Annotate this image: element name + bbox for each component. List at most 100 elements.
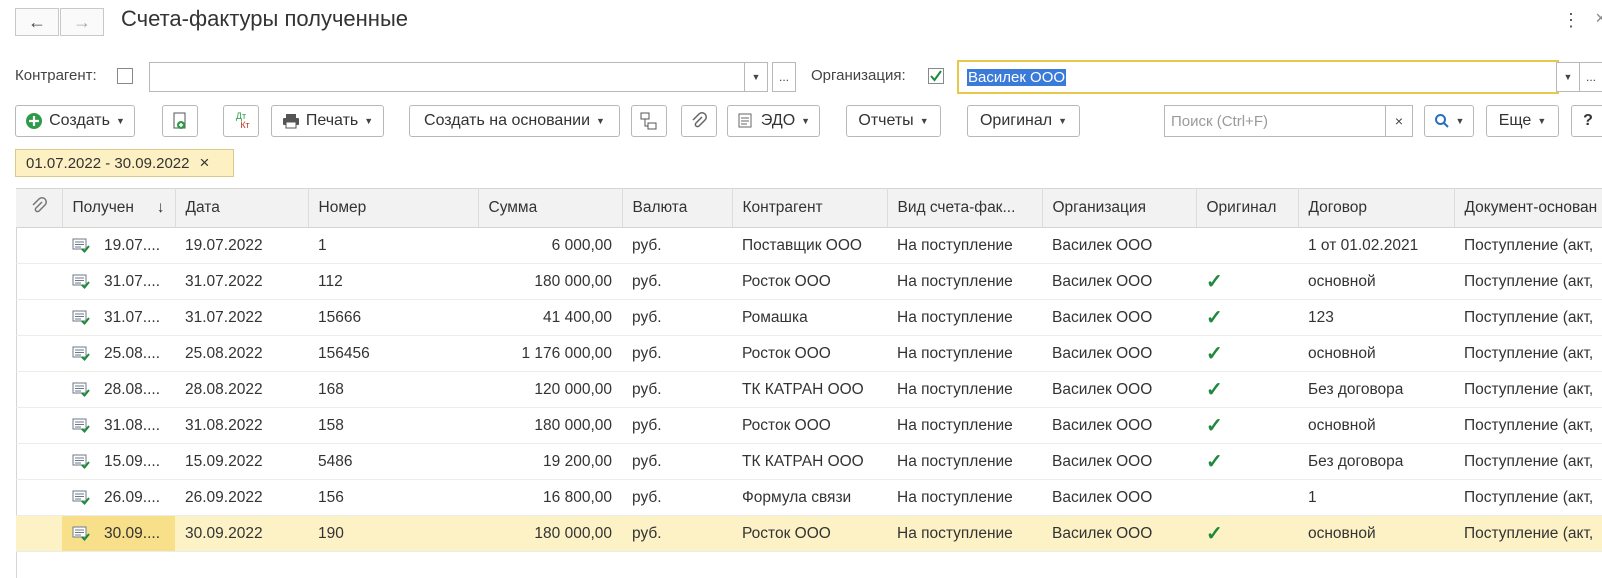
- counterparty-cell: Росток ООО: [732, 407, 887, 444]
- received-cell: 31.08....: [62, 407, 175, 444]
- table-row[interactable]: 26.09.... 26.09.2022 156 16 800,00 руб. Форму…: [16, 479, 1602, 516]
- counterparty-cell: Ромашка: [732, 299, 887, 336]
- table-row[interactable]: 30.09.... 30.09.2022 190 180 000,00 руб. Рост…: [16, 515, 1602, 552]
- more-icon[interactable]: ⋮: [1562, 10, 1580, 31]
- sum-cell: 16 800,00: [478, 479, 622, 516]
- table-row[interactable]: 31.08.... 31.08.2022 158 180 000,00 руб. Рост…: [16, 407, 1602, 444]
- received-cell: 26.09....: [62, 479, 175, 516]
- reports-button[interactable]: Отчеты ▼: [846, 105, 941, 137]
- column-currency[interactable]: Валюта: [622, 188, 733, 228]
- close-icon[interactable]: ×: [1595, 8, 1602, 29]
- organization-input[interactable]: Василек ООО: [957, 60, 1559, 94]
- printer-icon: [282, 114, 299, 129]
- organization-dropdown-button[interactable]: ▼: [1556, 62, 1580, 92]
- checkmark-icon: ✓: [1206, 415, 1223, 437]
- counterparty-dropdown-button[interactable]: ▼: [744, 62, 768, 92]
- table-row[interactable]: 28.08.... 28.08.2022 168 120 000,00 руб. ТК К…: [16, 371, 1602, 408]
- counterparty-select-button[interactable]: ...: [772, 62, 796, 92]
- number-cell: 156: [308, 479, 478, 516]
- kind-cell: На поступление: [887, 371, 1042, 408]
- document-posted-icon: [72, 238, 90, 254]
- kind-cell: На поступление: [887, 335, 1042, 372]
- base-cell: Поступление (акт,: [1454, 407, 1602, 444]
- counterparty-cell: Росток ООО: [732, 515, 887, 552]
- attachment-cell: [16, 335, 62, 372]
- received-cell: 28.08....: [62, 371, 175, 408]
- counterparty-cell: Поставщик ООО: [732, 227, 887, 264]
- column-contract[interactable]: Договор: [1298, 188, 1455, 228]
- forward-button[interactable]: →: [60, 8, 104, 36]
- kind-cell: На поступление: [887, 479, 1042, 516]
- org-cell: Василек ООО: [1042, 371, 1196, 408]
- counterparty-cell: Росток ООО: [732, 335, 887, 372]
- search-button[interactable]: ▼: [1424, 105, 1474, 137]
- print-button[interactable]: Печать ▼: [271, 105, 384, 137]
- currency-cell: руб.: [622, 299, 732, 336]
- kt-icon: Кт: [240, 120, 250, 130]
- counterparty-label: Контрагент:: [15, 67, 97, 84]
- counterparty-input[interactable]: [149, 62, 745, 92]
- received-cell: 15.09....: [62, 443, 175, 480]
- create-based-on-button[interactable]: Создать на основании ▼: [409, 105, 620, 137]
- column-base-document[interactable]: Документ-основан: [1454, 188, 1602, 228]
- column-invoice-kind[interactable]: Вид счета-фак...: [887, 188, 1043, 228]
- dt-kt-button[interactable]: Дт Кт: [223, 105, 259, 137]
- column-received[interactable]: Получен ↓: [62, 188, 176, 228]
- column-organization[interactable]: Организация: [1042, 188, 1197, 228]
- counterparty-cell: ТК КАТРАН ООО: [732, 443, 887, 480]
- edo-button[interactable]: ЭДО ▼: [727, 105, 820, 137]
- caret-down-icon: ▼: [596, 116, 605, 126]
- contract-cell: основной: [1298, 263, 1454, 300]
- column-sum[interactable]: Сумма: [478, 188, 623, 228]
- column-attachment[interactable]: [16, 188, 63, 228]
- kind-cell: На поступление: [887, 263, 1042, 300]
- table-row[interactable]: 31.07.... 31.07.2022 15666 41 400,00 руб. Ром…: [16, 299, 1602, 336]
- print-label: Печать: [305, 112, 359, 129]
- attach-button[interactable]: [681, 105, 717, 137]
- number-cell: 156456: [308, 335, 478, 372]
- document-posted-icon: [72, 346, 90, 362]
- column-date[interactable]: Дата: [175, 188, 309, 228]
- search-input[interactable]: Поиск (Ctrl+F): [1164, 105, 1386, 137]
- remove-filter-icon[interactable]: ×: [199, 153, 209, 173]
- base-cell: Поступление (акт,: [1454, 443, 1602, 480]
- contract-cell: Без договора: [1298, 371, 1454, 408]
- back-button[interactable]: ←: [15, 8, 59, 36]
- copy-button[interactable]: [162, 105, 198, 137]
- checkmark-icon: ✓: [1206, 379, 1223, 401]
- number-cell: 112: [308, 263, 478, 300]
- checkmark-icon: [930, 70, 942, 82]
- checkmark-icon: ✓: [1206, 451, 1223, 473]
- column-number[interactable]: Номер: [308, 188, 479, 228]
- organization-checkbox[interactable]: [928, 68, 944, 84]
- checkmark-icon: ✓: [1206, 271, 1223, 293]
- base-cell: Поступление (акт,: [1454, 515, 1602, 552]
- received-value: 30.09....: [104, 524, 161, 542]
- create-button[interactable]: Создать ▼: [15, 105, 135, 137]
- counterparty-cell: Росток ООО: [732, 263, 887, 300]
- number-cell: 168: [308, 371, 478, 408]
- contract-cell: 123: [1298, 299, 1454, 336]
- help-button[interactable]: ?: [1571, 105, 1602, 137]
- contract-cell: основной: [1298, 515, 1454, 552]
- document-posted-icon: [72, 418, 90, 434]
- table-row[interactable]: 15.09.... 15.09.2022 5486 19 200,00 руб. ТК К…: [16, 443, 1602, 480]
- more-button[interactable]: Еще ▼: [1486, 105, 1559, 137]
- search-clear-button[interactable]: ×: [1385, 105, 1413, 137]
- received-cell: 25.08....: [62, 335, 175, 372]
- table-row[interactable]: 25.08.... 25.08.2022 156456 1 176 000,00 руб…: [16, 335, 1602, 372]
- hierarchy-icon: [640, 112, 657, 130]
- organization-select-button[interactable]: ...: [1579, 62, 1602, 92]
- base-cell: Поступление (акт,: [1454, 335, 1602, 372]
- counterparty-checkbox[interactable]: [117, 68, 133, 84]
- received-value: 28.08....: [104, 380, 161, 398]
- original-button[interactable]: Оригинал ▼: [967, 105, 1080, 137]
- structure-button[interactable]: [631, 105, 667, 137]
- column-original[interactable]: Оригинал: [1196, 188, 1299, 228]
- table-row[interactable]: 31.07.... 31.07.2022 112 180 000,00 руб. Рост…: [16, 263, 1602, 300]
- number-cell: 1: [308, 227, 478, 264]
- organization-label: Организация:: [811, 67, 906, 84]
- table-row[interactable]: 19.07.... 19.07.2022 1 6 000,00 руб. Поставщи…: [16, 227, 1602, 264]
- period-filter[interactable]: 01.07.2022 - 30.09.2022 ×: [15, 149, 234, 177]
- column-counterparty[interactable]: Контрагент: [732, 188, 888, 228]
